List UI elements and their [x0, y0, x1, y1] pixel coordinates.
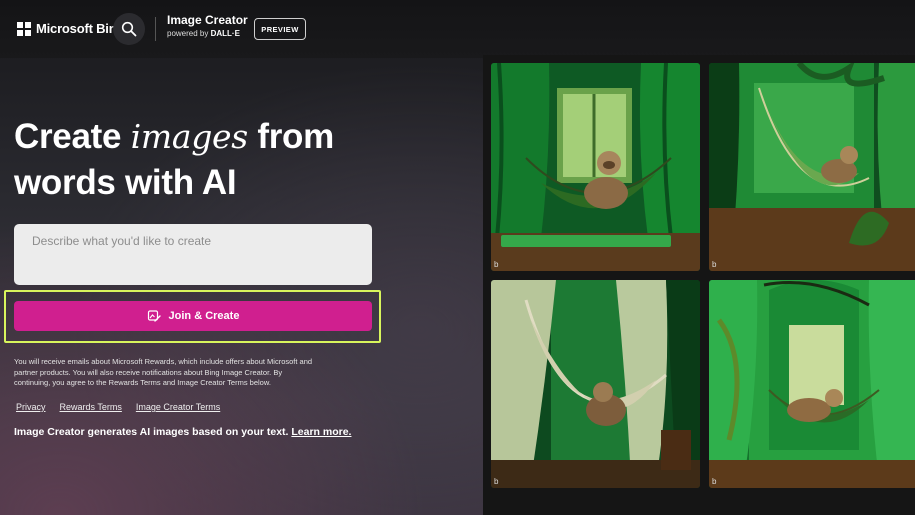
rewards-disclaimer: You will receive emails about Microsoft … — [14, 357, 313, 387]
prompt-input[interactable]: Describe what you'd like to create — [14, 224, 372, 285]
bing-watermark: b — [712, 260, 717, 269]
preview-badge: PREVIEW — [254, 18, 306, 40]
prompt-placeholder: Describe what you'd like to create — [32, 234, 212, 248]
footer-links: Privacy Rewards Terms Image Creator Term… — [16, 402, 220, 412]
title-word-images: images — [130, 117, 249, 156]
bing-watermark: b — [712, 477, 717, 486]
top-bar: Microsoft Bing Image Creator powered by … — [0, 0, 915, 58]
rewards-terms-link[interactable]: Rewards Terms — [60, 402, 122, 412]
bing-logo[interactable]: Microsoft Bing — [17, 21, 124, 36]
join-button-label: Join & Create — [168, 310, 240, 322]
image-creator-brand[interactable]: Image Creator powered by DALL·E — [167, 13, 248, 41]
brand-sub-model: DALL·E — [210, 29, 240, 38]
privacy-link[interactable]: Privacy — [16, 402, 46, 412]
bing-watermark: b — [494, 260, 499, 269]
title-word-create: Create — [14, 117, 122, 156]
join-and-create-button[interactable]: Join & Create — [14, 301, 372, 331]
example-image-3[interactable]: b — [491, 280, 700, 488]
learn-more-link[interactable]: Learn more. — [291, 426, 351, 438]
info-statement: Image Creator generates AI images based … — [14, 426, 289, 438]
example-image-1[interactable]: b — [491, 63, 700, 271]
info-text: Image Creator generates AI images based … — [14, 426, 351, 438]
brand-sub-prefix: powered by — [167, 29, 209, 38]
image-creator-terms-link[interactable]: Image Creator Terms — [136, 402, 220, 412]
header-divider — [155, 17, 156, 41]
search-icon — [121, 21, 137, 37]
bing-watermark: b — [494, 477, 499, 486]
image-create-icon — [147, 310, 161, 322]
windows-logo-icon — [17, 21, 31, 36]
title-word-from: from — [257, 117, 334, 156]
page-title: Create images from words with AI — [14, 114, 414, 206]
example-image-4[interactable]: b — [709, 280, 915, 488]
title-line-2: words with AI — [14, 163, 237, 202]
search-button[interactable] — [113, 13, 145, 45]
brand-subtitle: powered by DALL·E — [167, 27, 248, 41]
example-image-2[interactable]: b — [709, 63, 915, 271]
logo-text: Microsoft Bing — [36, 21, 125, 36]
brand-title: Image Creator — [167, 13, 248, 27]
